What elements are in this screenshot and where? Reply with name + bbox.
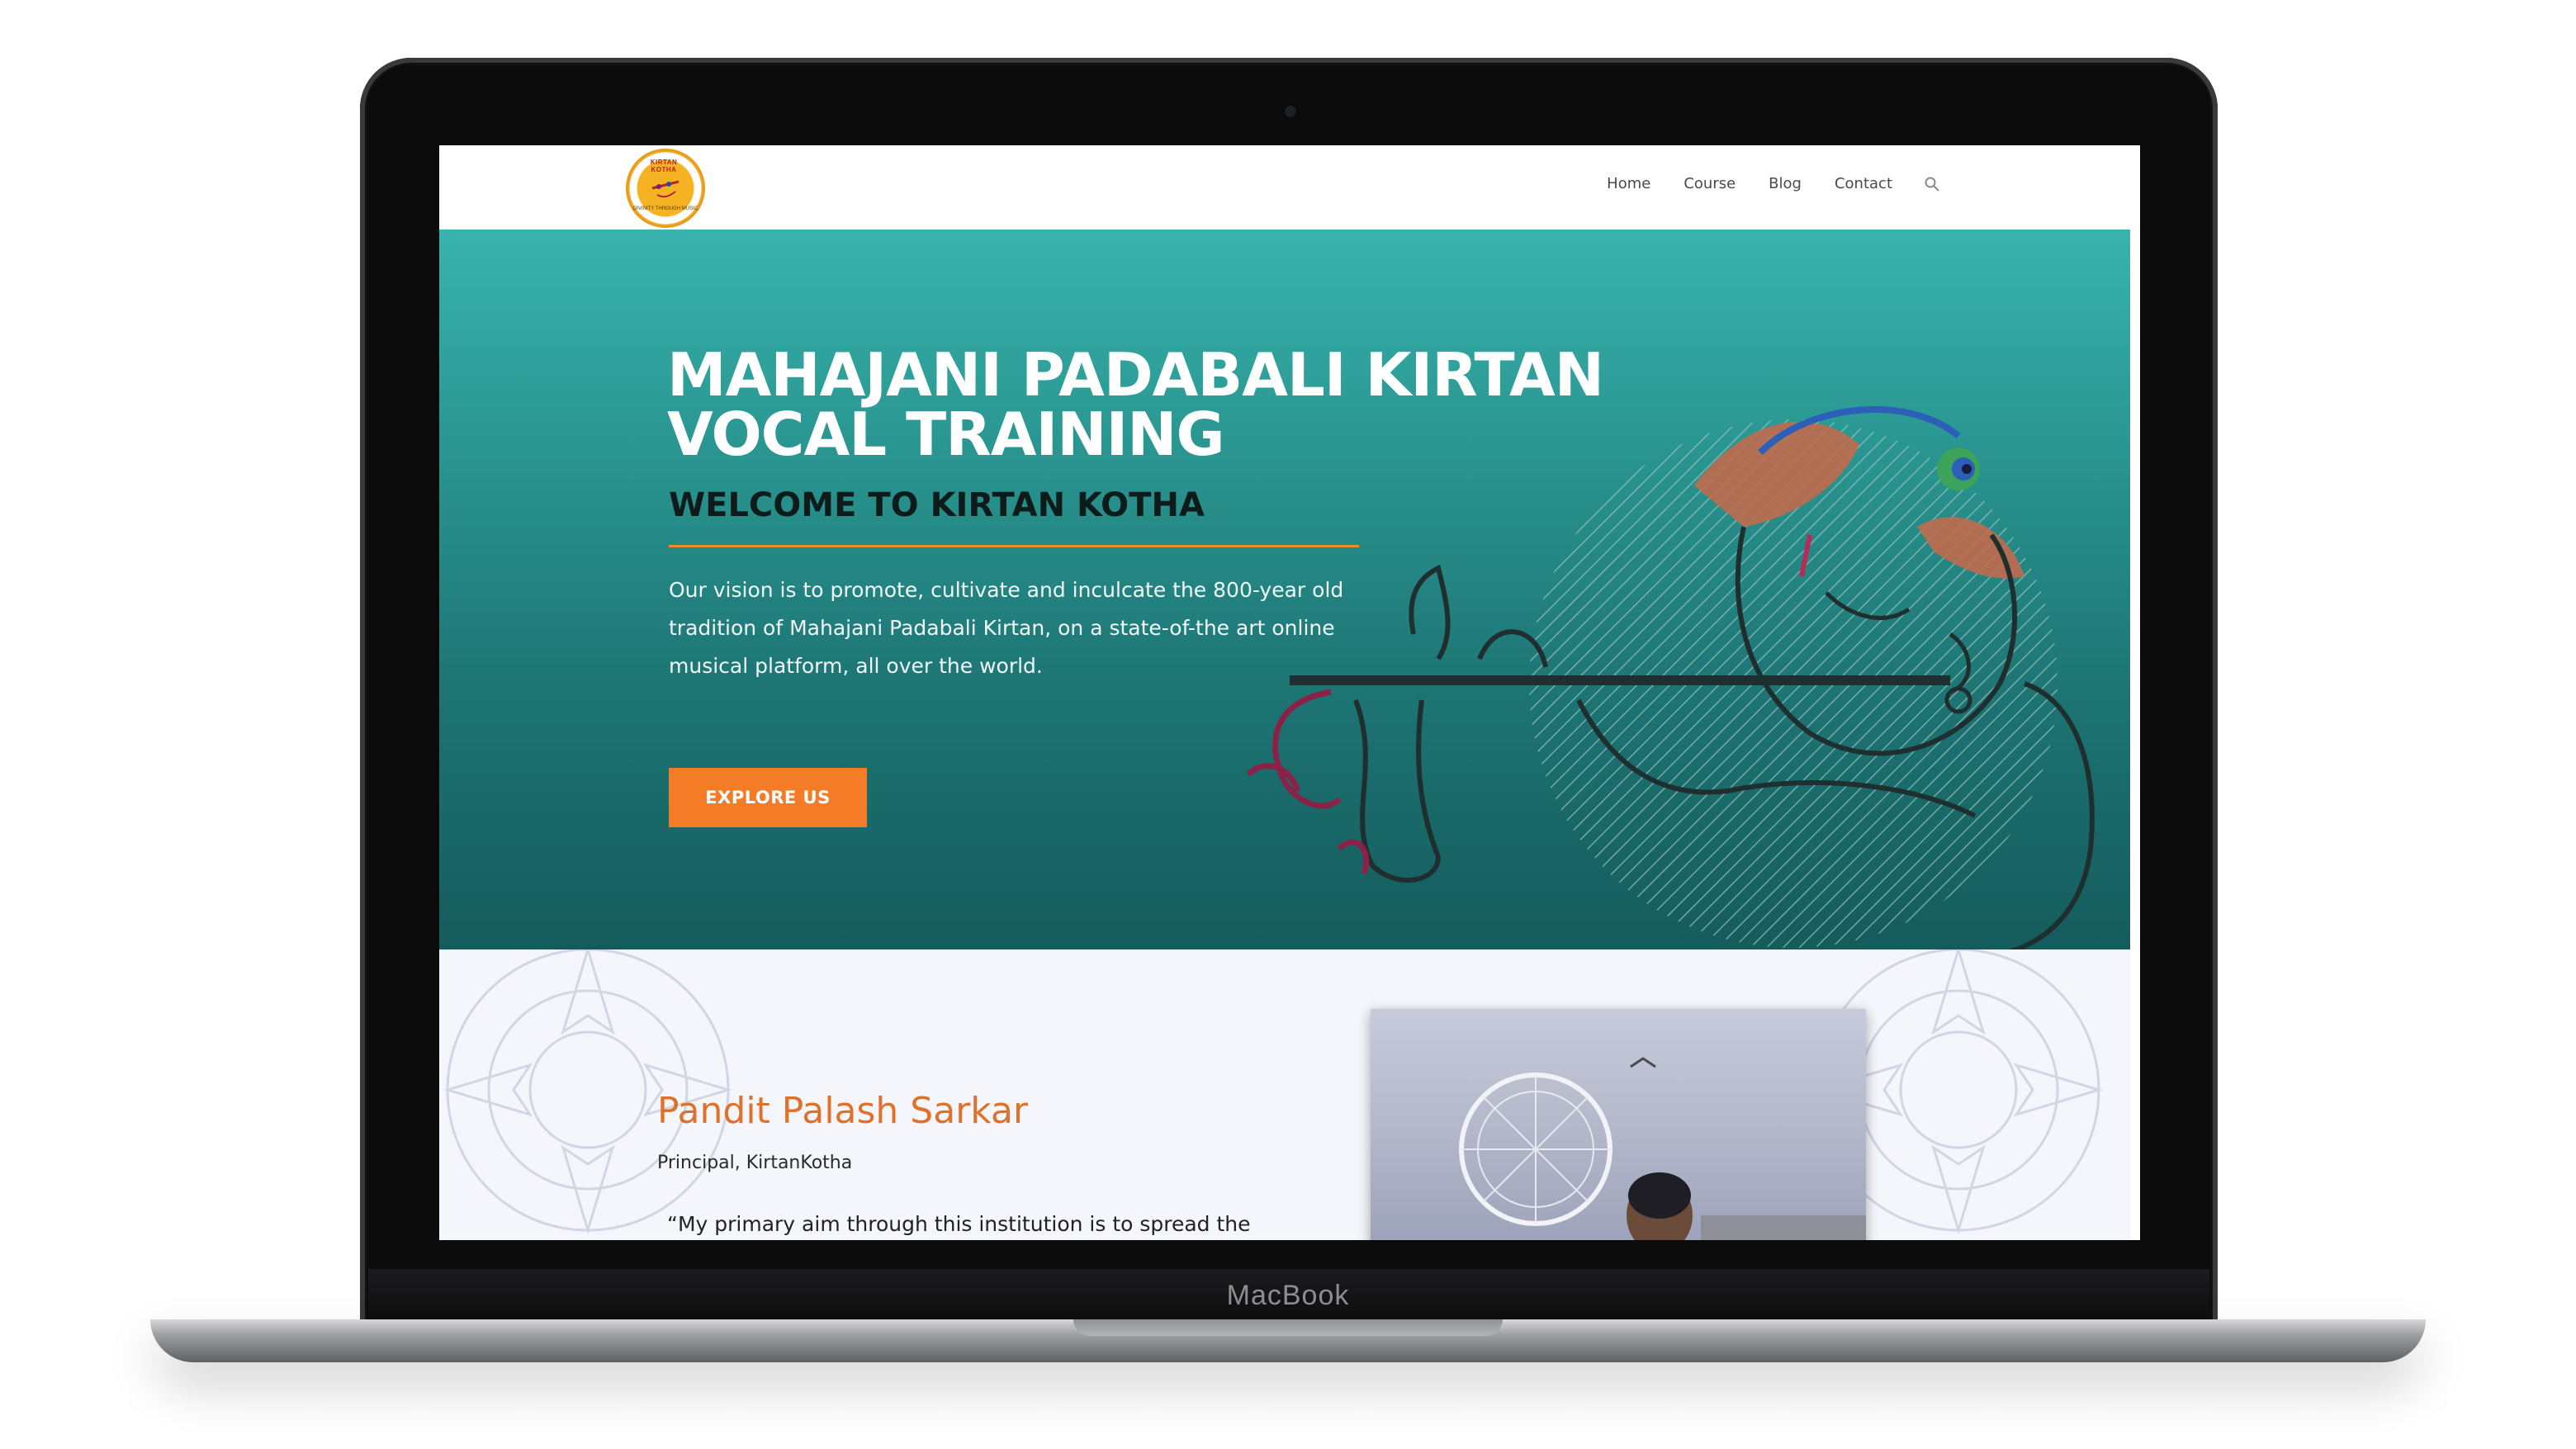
london-eye-photo-art [1459, 1057, 1866, 1240]
logo-ring-text: KIRTAN KOTHA [650, 159, 678, 173]
nav-contact[interactable]: Contact [1835, 175, 1892, 192]
hero-subtitle: WELCOME TO KIRTAN KOTHA [669, 486, 1205, 524]
about-section: Pandit Palash Sarkar Principal, KirtanKo… [439, 949, 2130, 1240]
explore-button[interactable]: EXPLORE US [669, 768, 867, 827]
site-header: KIRTAN KOTHA DIVINITY THROUGH MUSIC Home… [439, 145, 2140, 230]
webcam [1285, 106, 1296, 117]
hero-body: Our vision is to promote, cultivate and … [669, 578, 1344, 678]
search-icon[interactable] [1924, 176, 1940, 192]
portrait-photo [1371, 1009, 1866, 1240]
laptop-base-notch [1073, 1319, 1503, 1336]
nav-course[interactable]: Course [1683, 175, 1735, 192]
krishna-flute-illustration [1246, 406, 2095, 949]
device-brand-label: MacBook [1226, 1280, 1350, 1311]
site-logo[interactable]: KIRTAN KOTHA DIVINITY THROUGH MUSIC [626, 149, 705, 228]
hero-section: MAHAJANI PADABALI KIRTAN VOCAL TRAINING … [439, 230, 2130, 949]
logo-tagline: DIVINITY THROUGH MUSIC [632, 206, 698, 211]
teacher-quote: “My primary aim through this institution… [667, 1212, 1251, 1236]
nav-home[interactable]: Home [1607, 175, 1650, 192]
nav-blog[interactable]: Blog [1769, 175, 1802, 192]
teacher-role: Principal, KirtanKotha [657, 1153, 853, 1173]
hero-title: MAHAJANI PADABALI KIRTAN VOCAL TRAINING [667, 340, 1604, 469]
hero-divider [669, 545, 1359, 547]
teacher-name: Pandit Palash Sarkar [657, 1090, 1029, 1132]
browser-screen: KIRTAN KOTHA DIVINITY THROUGH MUSIC Home… [439, 145, 2140, 1240]
logo-flute-icon [651, 180, 680, 198]
main-nav: Home Course Blog Contact [1574, 175, 1940, 192]
